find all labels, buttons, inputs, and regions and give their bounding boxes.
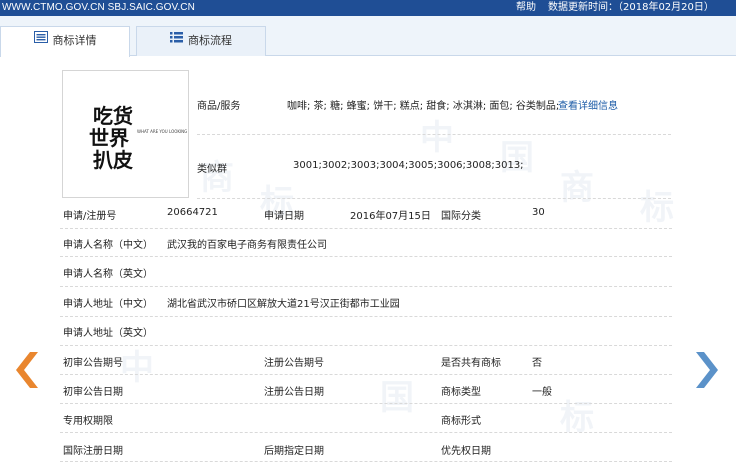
prev-button[interactable]: [14, 352, 40, 391]
later-designation-label: 后期指定日期: [264, 446, 324, 457]
logo-line-3: 扒皮: [93, 148, 133, 172]
divider: [60, 374, 672, 375]
shared-value: 否: [532, 358, 542, 369]
reg-pub-date-label: 注册公告日期: [264, 387, 324, 398]
exclusive-period-label: 专用权期限: [63, 416, 113, 427]
goods-label: 商品/服务: [197, 101, 241, 112]
divider: [197, 134, 671, 135]
chevron-right-icon: [696, 352, 718, 388]
apply-date-label: 申请日期: [264, 211, 304, 222]
trademark-logo: 吃货 世界 扒皮 WHAT ARE YOU LOOKING: [89, 104, 187, 172]
apply-date-value: 2016年07月15日: [350, 211, 431, 222]
logo-line-2: 世界: [89, 126, 129, 150]
shared-label: 是否共有商标: [441, 358, 501, 369]
top-bar: WWW.CTMO.GOV.CN SBJ.SAIC.GOV.CN 帮助 数据更新时…: [0, 0, 736, 16]
prelim-pub-no-label: 初审公告期号: [63, 358, 123, 369]
list-icon: [170, 26, 183, 54]
tab-label: 商标流程: [188, 34, 232, 47]
chevron-left-icon: [16, 352, 38, 388]
divider: [60, 286, 672, 287]
watermark-char: 中: [120, 348, 154, 388]
logo-line-1: 吃货: [93, 104, 133, 128]
list-card-icon: [33, 26, 48, 54]
view-detail-link[interactable]: 查看详细信息: [558, 97, 618, 112]
site-url: WWW.CTMO.GOV.CN SBJ.SAIC.GOV.CN: [2, 2, 195, 13]
intl-reg-date-label: 国际注册日期: [63, 446, 123, 457]
applicant-en-label: 申请人名称（英文）: [63, 269, 153, 280]
tab-trademark-flow[interactable]: 商标流程: [136, 26, 266, 56]
applicant-cn-value: 武汉我的百家电子商务有限责任公司: [167, 240, 327, 251]
similar-group-value: 3001;3002;3003;3004;3005;3006;3008;3013;: [293, 160, 524, 171]
divider: [60, 316, 672, 317]
goods-value: 咖啡; 茶; 糖; 蜂蜜; 饼干; 糕点; 甜食; 冰淇淋; 面包; 谷类制品;: [287, 101, 560, 112]
prelim-pub-date-label: 初审公告日期: [63, 387, 123, 398]
watermark-char: 国: [380, 378, 414, 418]
similar-group-label: 类似群: [197, 164, 227, 175]
address-cn-value: 湖北省武汉市硚口区解放大道21号汉正街都市工业园: [167, 299, 400, 310]
intl-class-label: 国际分类: [441, 211, 481, 222]
address-en-label: 申请人地址（英文）: [63, 328, 153, 339]
logo-small-text: WHAT ARE YOU LOOKING: [137, 129, 187, 134]
divider: [60, 228, 672, 229]
reg-no-label: 申请/注册号: [63, 211, 117, 222]
intl-class-value: 30: [532, 207, 545, 218]
tm-type-label: 商标类型: [441, 387, 481, 398]
applicant-cn-label: 申请人名称（中文）: [63, 240, 153, 251]
divider: [60, 432, 672, 433]
update-time: 数据更新时间：（2018年02月20日）: [548, 2, 714, 13]
divider: [60, 461, 672, 462]
tab-label: 商标详情: [52, 34, 97, 47]
divider: [60, 256, 672, 257]
trademark-logo-box: 吃货 世界 扒皮 WHAT ARE YOU LOOKING: [62, 70, 189, 198]
help-link[interactable]: 帮助: [516, 0, 536, 16]
reg-pub-no-label: 注册公告期号: [264, 358, 324, 369]
next-button[interactable]: [694, 352, 720, 391]
watermark-char: 标: [640, 188, 674, 228]
divider: [60, 345, 672, 346]
reg-no-value: 20664721: [167, 207, 218, 218]
tab-bar: 商标详情 商标流程: [0, 16, 736, 57]
divider: [197, 198, 671, 199]
tm-type-value: 一般: [532, 387, 552, 398]
address-cn-label: 申请人地址（中文）: [63, 299, 153, 310]
watermark-char: 商: [560, 168, 594, 208]
watermark-char: 国: [500, 138, 534, 178]
tm-form-label: 商标形式: [441, 416, 481, 427]
tab-trademark-detail[interactable]: 商标详情: [0, 26, 130, 57]
priority-date-label: 优先权日期: [441, 446, 491, 457]
divider: [60, 403, 672, 404]
